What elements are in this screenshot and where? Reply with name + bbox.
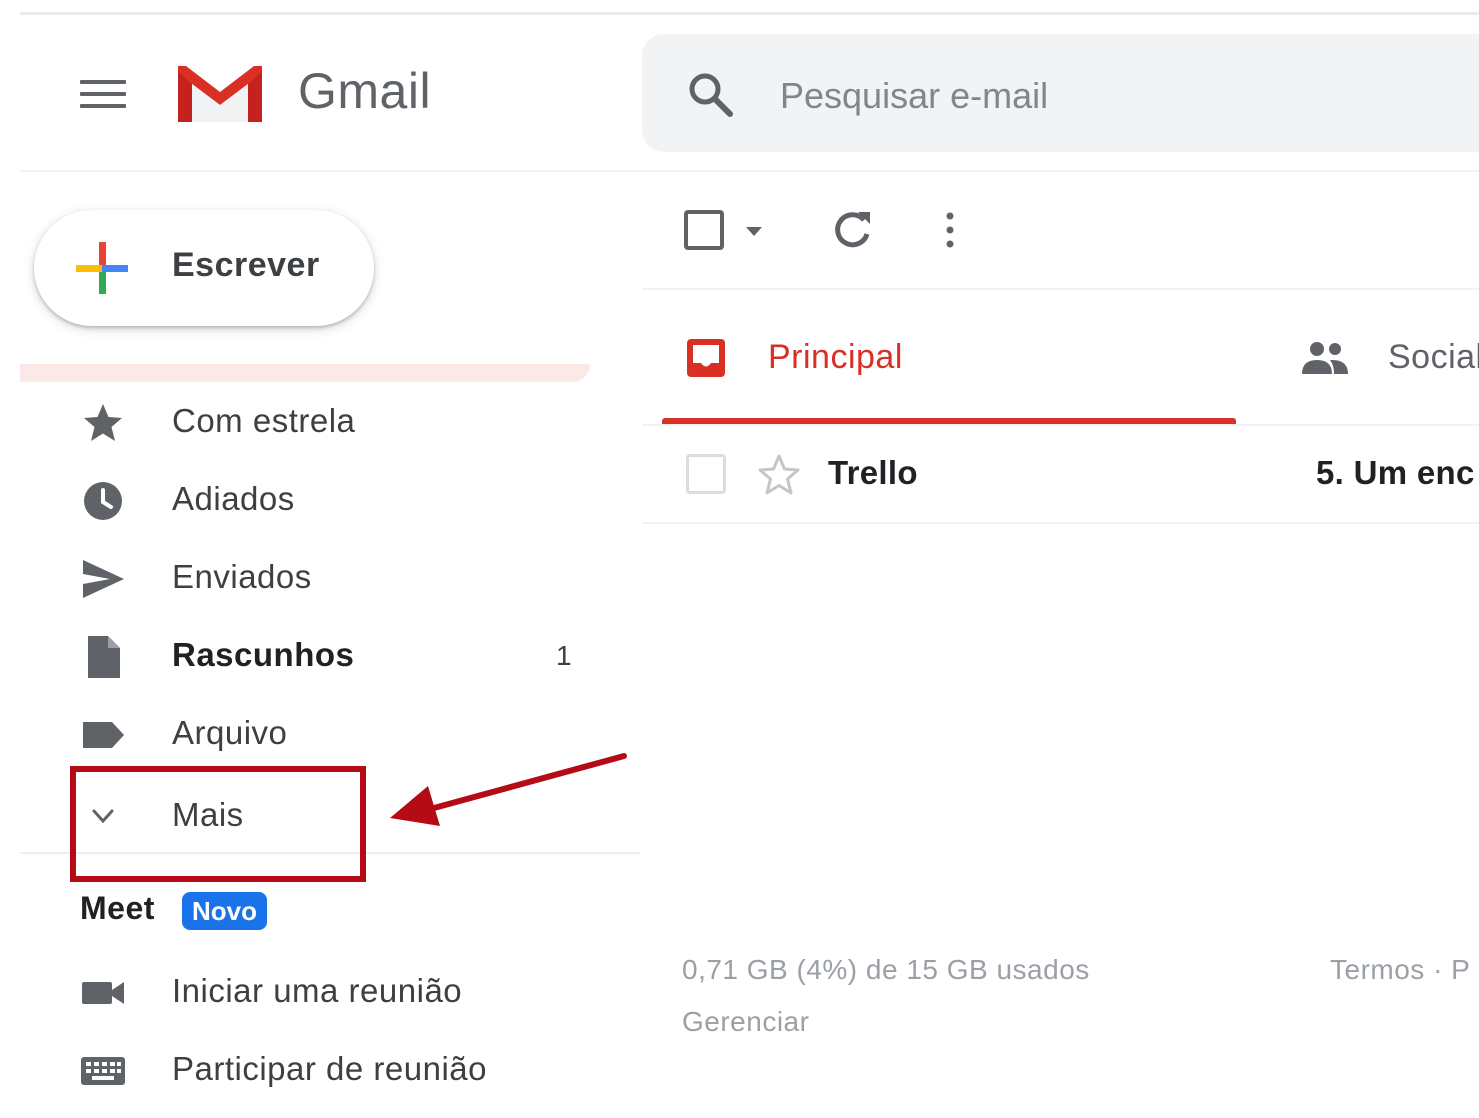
search-input[interactable]: [780, 74, 1430, 118]
tab-social[interactable]: Social: [1290, 310, 1479, 426]
email-sender[interactable]: Trello: [828, 454, 918, 492]
new-badge: Novo: [182, 892, 267, 930]
refresh-icon[interactable]: [828, 206, 876, 254]
plus-icon: [76, 242, 128, 294]
sidebar-item-label: Adiados: [172, 480, 295, 517]
select-all-checkbox[interactable]: [684, 210, 724, 250]
manage-storage-link[interactable]: Gerenciar: [682, 1006, 809, 1038]
top-divider: [20, 12, 1479, 15]
sidebar-item-sent[interactable]: Enviados: [20, 540, 620, 612]
meet-section-title: Meet: [80, 890, 155, 926]
sidebar-item-archive[interactable]: Arquivo: [20, 696, 620, 768]
label-icon: [83, 722, 124, 748]
keyboard-icon: [81, 1057, 125, 1085]
send-icon: [83, 560, 124, 598]
tabs-divider: [642, 424, 1479, 426]
draft-icon: [88, 636, 120, 678]
header-divider: [20, 170, 1479, 172]
main-menu-button[interactable]: [80, 80, 126, 110]
video-icon: [82, 982, 124, 1004]
chevron-down-icon: [92, 809, 114, 824]
terms-link[interactable]: Termos · P: [1330, 954, 1470, 986]
email-row-divider: [642, 522, 1479, 524]
sidebar-item-more[interactable]: Mais: [20, 778, 620, 850]
toolbar-divider: [642, 288, 1479, 290]
sidebar-item-label: Mais: [172, 796, 244, 833]
tab-label: Social: [1388, 338, 1479, 376]
sidebar-item-label: Iniciar uma reunião: [172, 972, 463, 1009]
people-icon: [1302, 342, 1348, 374]
sidebar-item-drafts[interactable]: Rascunhos 1: [20, 618, 620, 690]
sidebar-item-label: Com estrela: [172, 402, 356, 439]
sidebar-item-join-meeting[interactable]: Participar de reunião: [20, 1032, 620, 1104]
sidebar-item-label: Arquivo: [172, 714, 288, 751]
more-vert-icon[interactable]: [938, 206, 962, 254]
email-subject[interactable]: 5. Um enc: [1316, 454, 1475, 492]
sidebar-item-label: Participar de reunião: [172, 1050, 488, 1087]
gmail-logo-icon: [178, 66, 262, 122]
search-icon[interactable]: [686, 70, 734, 118]
inbox-icon: [687, 339, 725, 377]
compose-label: Escrever: [172, 246, 320, 284]
sidebar-divider: [20, 852, 640, 854]
tab-label: Principal: [768, 338, 903, 376]
draft-count: 1: [556, 640, 572, 671]
caret-down-icon[interactable]: [744, 224, 764, 238]
sidebar-item-label: Enviados: [172, 558, 312, 595]
tab-principal[interactable]: Principal: [662, 310, 1236, 426]
star-icon: [84, 404, 122, 441]
clock-icon: [84, 482, 122, 520]
sidebar-item-label: Rascunhos: [172, 636, 355, 673]
sidebar-item-snoozed[interactable]: Adiados: [20, 462, 620, 534]
email-row-checkbox[interactable]: [686, 454, 726, 494]
sidebar-item-start-meeting[interactable]: Iniciar uma reunião: [20, 954, 620, 1026]
star-outline-icon[interactable]: [756, 452, 802, 498]
storage-usage: 0,71 GB (4%) de 15 GB usados: [682, 954, 1090, 985]
sidebar-item-starred[interactable]: Com estrela: [20, 384, 620, 456]
gmail-wordmark: Gmail: [298, 63, 432, 119]
inbox-item-highlight[interactable]: [20, 364, 590, 382]
